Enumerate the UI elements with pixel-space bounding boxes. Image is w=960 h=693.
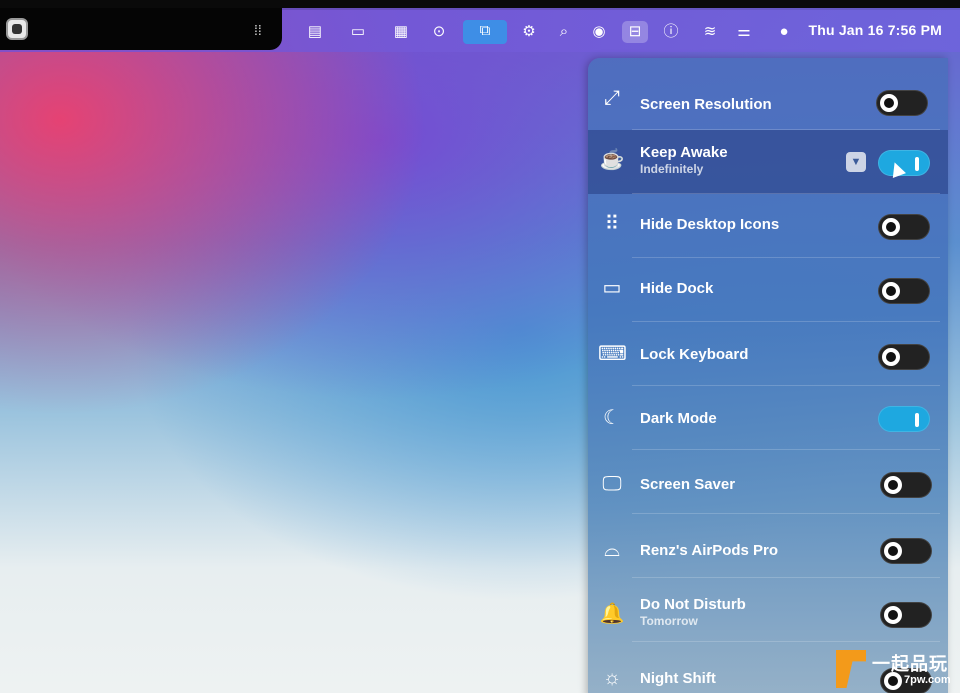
toggle-screen-saver[interactable] — [880, 472, 932, 498]
app-logo-icon[interactable] — [6, 18, 28, 40]
coffee-cup-icon: ☕ — [599, 149, 625, 171]
toggle-lock-keyboard[interactable] — [878, 344, 930, 370]
row-label: Hide Desktop Icons — [640, 216, 780, 233]
duration-dropdown-button[interactable]: ▼ — [846, 152, 866, 172]
search-icon[interactable]: ⌕ — [551, 21, 577, 43]
toggle-hide-desktop-icons[interactable] — [878, 214, 930, 240]
row-label: Do Not Disturb — [640, 596, 746, 613]
split-handle-icon[interactable]: ⁞⁞ — [254, 22, 262, 38]
row-keep-awake[interactable]: ☕ Keep Awake Indefinitely ▼ — [588, 130, 948, 194]
panel-toggle-icon[interactable]: ⊟ — [622, 21, 648, 43]
control-center-icon[interactable]: ⚌ — [731, 21, 757, 43]
keyboard-icon: ⌨ — [598, 343, 627, 365]
watermark-logo — [836, 650, 866, 688]
row-label: Hide Dock — [640, 280, 714, 297]
wifi-icon[interactable]: ≋ — [697, 21, 723, 43]
row-sublabel: Indefinitely — [640, 162, 704, 176]
dock-icon: ▭ — [602, 277, 622, 299]
row-screen-resolution[interactable]: ⤢ Screen Resolution — [588, 66, 948, 130]
row-lock-keyboard[interactable]: ⌨ Lock Keyboard — [588, 322, 948, 386]
display-icon[interactable]: ⧉ — [463, 20, 507, 44]
toggle-screen-resolution[interactable] — [876, 90, 928, 116]
battery-icon[interactable]: ▭ — [344, 21, 372, 43]
grid-icon: ⠿ — [604, 213, 620, 235]
window-icon[interactable]: ▤ — [302, 21, 328, 43]
row-airpods[interactable]: ⌓ Renz's AirPods Pro — [588, 514, 948, 578]
row-sublabel: Tomorrow — [640, 614, 698, 628]
toggle-airpods[interactable] — [880, 538, 932, 564]
toggle-dark-mode[interactable] — [878, 406, 930, 432]
camera-notch — [0, 8, 282, 50]
lamp-icon: ☼ — [602, 667, 622, 689]
row-label: Screen Saver — [640, 476, 736, 493]
menu-bar: ⁞⁞ ▤ ▭ ▦ ⊙ ⧉ ⚙ ⌕ ◉ ⊟ ⓘ ≋ ⚌ ● Thu Jan 16 … — [0, 8, 960, 52]
monitor-icon: 🖵 — [602, 473, 622, 495]
layout-icon[interactable]: ▦ — [388, 21, 414, 43]
row-hide-desktop-icons[interactable]: ⠿ Hide Desktop Icons — [588, 194, 948, 258]
row-label: Dark Mode — [640, 410, 717, 427]
row-label: Lock Keyboard — [640, 346, 749, 363]
row-label: Screen Resolution — [640, 96, 772, 113]
watermark-url: 7pw.com — [904, 674, 951, 686]
airpods-icon: ⌓ — [604, 539, 620, 561]
menu-bar-clock[interactable]: Thu Jan 16 7:56 PM — [808, 22, 942, 38]
screen-resolution-icon: ⤢ — [604, 87, 620, 109]
site-watermark: 一起品玩 7pw.com — [832, 644, 960, 693]
record-icon[interactable]: ◉ — [586, 21, 612, 43]
info-icon[interactable]: ⓘ — [658, 21, 684, 43]
row-screen-saver[interactable]: 🖵 Screen Saver — [588, 450, 948, 514]
row-do-not-disturb[interactable]: 🔔 Do Not Disturb Tomorrow — [588, 578, 948, 642]
row-label: Renz's AirPods Pro — [640, 542, 779, 559]
moon-icon: ☾ — [603, 407, 621, 429]
watermark-text: 一起品玩 — [872, 654, 948, 674]
row-label: Keep Awake — [640, 144, 728, 161]
toggle-do-not-disturb[interactable] — [880, 602, 932, 628]
toggle-hide-dock[interactable] — [878, 278, 930, 304]
row-dark-mode[interactable]: ☾ Dark Mode — [588, 386, 948, 450]
quick-toggles-panel: ⤢ Screen Resolution ☕ Keep Awake Indefin… — [588, 58, 948, 693]
row-label: Night Shift — [640, 670, 716, 687]
row-hide-dock[interactable]: ▭ Hide Dock — [588, 258, 948, 322]
bell-icon: 🔔 — [599, 603, 625, 625]
avatar-icon[interactable]: ● — [771, 21, 797, 43]
gear-icon[interactable]: ⚙ — [516, 21, 542, 43]
play-icon[interactable]: ⊙ — [426, 21, 452, 43]
